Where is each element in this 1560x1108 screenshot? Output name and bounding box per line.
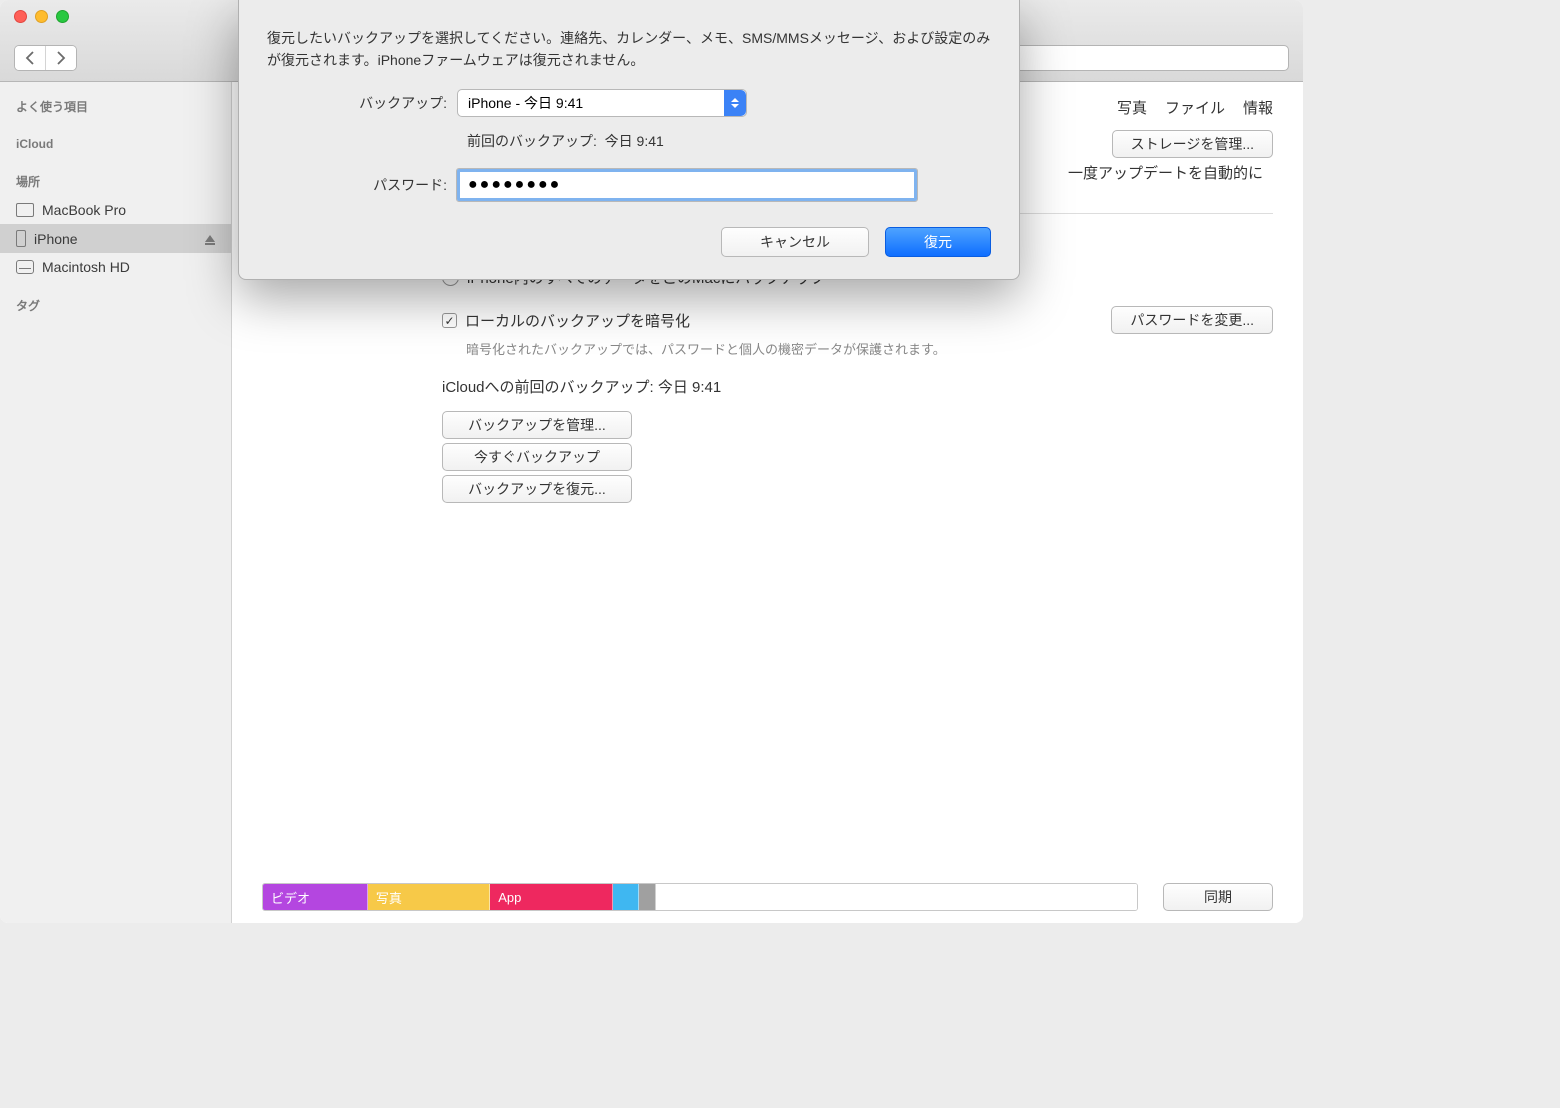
storage-bar: ビデオ写真App 同期 <box>262 883 1273 911</box>
change-password-button[interactable]: パスワードを変更... <box>1111 306 1273 334</box>
restore-backup-button[interactable]: バックアップを復元... <box>442 475 632 503</box>
iphone-icon <box>16 230 26 247</box>
chevron-updown-icon <box>724 90 746 116</box>
cancel-button[interactable]: キャンセル <box>721 227 869 257</box>
eject-icon[interactable] <box>205 235 215 242</box>
tab-photos[interactable]: 写真 <box>1117 97 1147 124</box>
disk-icon <box>16 260 34 274</box>
last-icloud-backup-text: iCloudへの前回のバックアップ: 今日 9:41 <box>442 376 1273 397</box>
tab-files[interactable]: ファイル <box>1165 97 1225 124</box>
sidebar-icloud-header: iCloud <box>0 131 231 157</box>
backup-now-button[interactable]: 今すぐバックアップ <box>442 443 632 471</box>
sidebar-item-macintosh-hd[interactable]: Macintosh HD <box>0 253 231 281</box>
manage-storage-button[interactable]: ストレージを管理... <box>1112 130 1273 158</box>
password-input[interactable] <box>457 169 917 201</box>
sidebar-locations-header: 場所 <box>0 167 231 196</box>
sidebar: よく使う項目 iCloud 場所 MacBook Pro iPhone Maci… <box>0 82 232 923</box>
sidebar-favorites-header: よく使う項目 <box>0 92 231 121</box>
tab-bar: 写真 ファイル 情報 <box>1117 97 1273 124</box>
laptop-icon <box>16 203 34 217</box>
sidebar-tags-header: タグ <box>0 291 231 320</box>
sidebar-item-macbook[interactable]: MacBook Pro <box>0 196 231 224</box>
sync-button[interactable]: 同期 <box>1163 883 1273 911</box>
finder-window: iPhone よく使う項目 <box>0 0 1303 923</box>
encrypt-hint: 暗号化されたバックアップでは、パスワードと個人の機密データが保護されます。 <box>466 339 1091 358</box>
forward-button[interactable] <box>46 46 76 70</box>
dialog-message: 復元したいバックアップを選択してください。連絡先、カレンダー、メモ、SMS/MM… <box>267 28 991 71</box>
manage-backups-button[interactable]: バックアップを管理... <box>442 411 632 439</box>
backup-select[interactable]: iPhone - 今日 9:41 <box>457 89 747 117</box>
restore-button[interactable]: 復元 <box>885 227 991 257</box>
sidebar-item-iphone[interactable]: iPhone <box>0 224 231 253</box>
dialog-password-label: パスワード: <box>267 175 457 195</box>
storage-segments: ビデオ写真App <box>262 883 1138 911</box>
restore-backup-dialog: 復元したいバックアップを選択してください。連絡先、カレンダー、メモ、SMS/MM… <box>238 0 1020 280</box>
tab-info[interactable]: 情報 <box>1243 97 1273 124</box>
back-button[interactable] <box>15 46 46 70</box>
dialog-last-backup: 前回のバックアップ: 今日 9:41 <box>467 127 991 159</box>
dialog-backup-label: バックアップ: <box>267 93 457 113</box>
encrypt-checkbox[interactable]: ✓ <box>442 313 457 328</box>
